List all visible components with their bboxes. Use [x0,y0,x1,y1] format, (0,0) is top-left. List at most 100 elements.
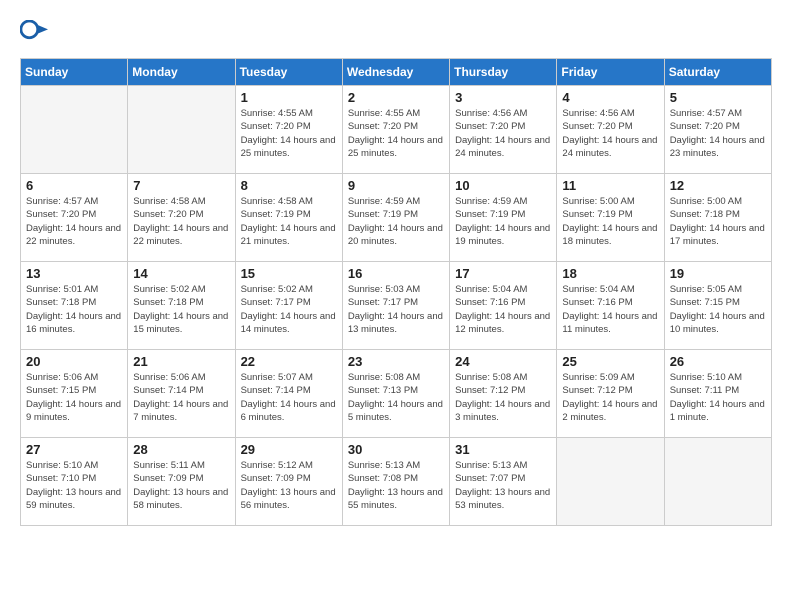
day-info: Sunrise: 5:06 AM Sunset: 7:15 PM Dayligh… [26,371,122,424]
calendar-week-4: 20 Sunrise: 5:06 AM Sunset: 7:15 PM Dayli… [21,350,772,438]
day-info: Sunrise: 5:01 AM Sunset: 7:18 PM Dayligh… [26,283,122,336]
calendar-cell: 10 Sunrise: 4:59 AM Sunset: 7:19 PM Dayli… [450,174,557,262]
day-info: Sunrise: 5:04 AM Sunset: 7:16 PM Dayligh… [562,283,658,336]
day-number: 4 [562,90,658,105]
day-info: Sunrise: 5:13 AM Sunset: 7:08 PM Dayligh… [348,459,444,512]
calendar-cell: 19 Sunrise: 5:05 AM Sunset: 7:15 PM Dayli… [664,262,771,350]
day-number: 18 [562,266,658,281]
calendar-cell: 13 Sunrise: 5:01 AM Sunset: 7:18 PM Dayli… [21,262,128,350]
day-header-tuesday: Tuesday [235,59,342,86]
calendar-cell: 28 Sunrise: 5:11 AM Sunset: 7:09 PM Dayli… [128,438,235,526]
day-info: Sunrise: 5:03 AM Sunset: 7:17 PM Dayligh… [348,283,444,336]
calendar-cell: 2 Sunrise: 4:55 AM Sunset: 7:20 PM Daylig… [342,86,449,174]
day-info: Sunrise: 5:00 AM Sunset: 7:18 PM Dayligh… [670,195,766,248]
calendar-cell: 6 Sunrise: 4:57 AM Sunset: 7:20 PM Daylig… [21,174,128,262]
logo-icon [20,20,48,48]
day-number: 7 [133,178,229,193]
calendar-cell: 7 Sunrise: 4:58 AM Sunset: 7:20 PM Daylig… [128,174,235,262]
day-header-saturday: Saturday [664,59,771,86]
day-number: 19 [670,266,766,281]
page-header [20,20,772,48]
day-number: 30 [348,442,444,457]
calendar-cell: 27Sunrise: 5:10 AM Sunset: 7:10 PM Dayli… [21,438,128,526]
day-info: Sunrise: 5:09 AM Sunset: 7:12 PM Dayligh… [562,371,658,424]
day-number: 14 [133,266,229,281]
calendar-cell: 26 Sunrise: 5:10 AM Sunset: 7:11 PM Dayli… [664,350,771,438]
day-info: Sunrise: 4:57 AM Sunset: 7:20 PM Dayligh… [26,195,122,248]
day-number: 9 [348,178,444,193]
day-info: Sunrise: 5:06 AM Sunset: 7:14 PM Dayligh… [133,371,229,424]
day-info: Sunrise: 4:57 AM Sunset: 7:20 PM Dayligh… [670,107,766,160]
day-info: Sunrise: 5:11 AM Sunset: 7:09 PM Dayligh… [133,459,229,512]
calendar-cell: 30 Sunrise: 5:13 AM Sunset: 7:08 PM Dayli… [342,438,449,526]
calendar-cell [664,438,771,526]
day-info: Sunrise: 5:04 AM Sunset: 7:16 PM Dayligh… [455,283,551,336]
calendar-cell: 17 Sunrise: 5:04 AM Sunset: 7:16 PM Dayli… [450,262,557,350]
calendar-week-5: 27Sunrise: 5:10 AM Sunset: 7:10 PM Dayli… [21,438,772,526]
day-number: 8 [241,178,337,193]
day-info: Sunrise: 5:10 AM Sunset: 7:11 PM Dayligh… [670,371,766,424]
day-number: 16 [348,266,444,281]
day-number: 29 [241,442,337,457]
calendar-week-2: 6 Sunrise: 4:57 AM Sunset: 7:20 PM Daylig… [21,174,772,262]
calendar-week-1: 1 Sunrise: 4:55 AM Sunset: 7:20 PM Daylig… [21,86,772,174]
calendar-cell: 5Sunrise: 4:57 AM Sunset: 7:20 PM Daylig… [664,86,771,174]
calendar-cell: 29 Sunrise: 5:12 AM Sunset: 7:09 PM Dayli… [235,438,342,526]
calendar-cell [557,438,664,526]
day-info: Sunrise: 5:07 AM Sunset: 7:14 PM Dayligh… [241,371,337,424]
day-info: Sunrise: 5:08 AM Sunset: 7:13 PM Dayligh… [348,371,444,424]
day-number: 27 [26,442,122,457]
day-info: Sunrise: 5:02 AM Sunset: 7:18 PM Dayligh… [133,283,229,336]
day-header-thursday: Thursday [450,59,557,86]
day-number: 12 [670,178,766,193]
calendar-cell [21,86,128,174]
day-info: Sunrise: 4:56 AM Sunset: 7:20 PM Dayligh… [455,107,551,160]
day-header-sunday: Sunday [21,59,128,86]
day-number: 28 [133,442,229,457]
calendar-cell: 16 Sunrise: 5:03 AM Sunset: 7:17 PM Dayli… [342,262,449,350]
calendar-body: 1 Sunrise: 4:55 AM Sunset: 7:20 PM Daylig… [21,86,772,526]
day-number: 26 [670,354,766,369]
calendar-cell: 22Sunrise: 5:07 AM Sunset: 7:14 PM Dayli… [235,350,342,438]
calendar-cell: 24Sunrise: 5:08 AM Sunset: 7:12 PM Dayli… [450,350,557,438]
calendar-cell: 11 Sunrise: 5:00 AM Sunset: 7:19 PM Dayli… [557,174,664,262]
day-info: Sunrise: 5:13 AM Sunset: 7:07 PM Dayligh… [455,459,551,512]
day-header-wednesday: Wednesday [342,59,449,86]
calendar-cell: 31 Sunrise: 5:13 AM Sunset: 7:07 PM Dayli… [450,438,557,526]
day-number: 10 [455,178,551,193]
day-number: 21 [133,354,229,369]
calendar-cell: 8Sunrise: 4:58 AM Sunset: 7:19 PM Daylig… [235,174,342,262]
calendar-table: SundayMondayTuesdayWednesdayThursdayFrid… [20,58,772,526]
day-info: Sunrise: 4:59 AM Sunset: 7:19 PM Dayligh… [455,195,551,248]
day-info: Sunrise: 5:12 AM Sunset: 7:09 PM Dayligh… [241,459,337,512]
calendar-cell: 3 Sunrise: 4:56 AM Sunset: 7:20 PM Daylig… [450,86,557,174]
day-info: Sunrise: 4:55 AM Sunset: 7:20 PM Dayligh… [348,107,444,160]
calendar-cell: 9Sunrise: 4:59 AM Sunset: 7:19 PM Daylig… [342,174,449,262]
day-number: 24 [455,354,551,369]
calendar-cell: 18 Sunrise: 5:04 AM Sunset: 7:16 PM Dayli… [557,262,664,350]
day-number: 25 [562,354,658,369]
day-number: 6 [26,178,122,193]
day-info: Sunrise: 5:00 AM Sunset: 7:19 PM Dayligh… [562,195,658,248]
calendar-cell [128,86,235,174]
day-number: 31 [455,442,551,457]
day-info: Sunrise: 5:05 AM Sunset: 7:15 PM Dayligh… [670,283,766,336]
day-number: 17 [455,266,551,281]
day-number: 11 [562,178,658,193]
calendar-cell: 20 Sunrise: 5:06 AM Sunset: 7:15 PM Dayli… [21,350,128,438]
day-number: 20 [26,354,122,369]
calendar-cell: 15Sunrise: 5:02 AM Sunset: 7:17 PM Dayli… [235,262,342,350]
day-info: Sunrise: 4:58 AM Sunset: 7:20 PM Dayligh… [133,195,229,248]
calendar-cell: 14 Sunrise: 5:02 AM Sunset: 7:18 PM Dayli… [128,262,235,350]
day-number: 2 [348,90,444,105]
calendar-cell: 25 Sunrise: 5:09 AM Sunset: 7:12 PM Dayli… [557,350,664,438]
day-number: 1 [241,90,337,105]
calendar-cell: 12 Sunrise: 5:00 AM Sunset: 7:18 PM Dayli… [664,174,771,262]
day-number: 15 [241,266,337,281]
day-info: Sunrise: 4:55 AM Sunset: 7:20 PM Dayligh… [241,107,337,160]
calendar-week-3: 13 Sunrise: 5:01 AM Sunset: 7:18 PM Dayli… [21,262,772,350]
day-header-friday: Friday [557,59,664,86]
day-number: 13 [26,266,122,281]
day-number: 3 [455,90,551,105]
day-header-monday: Monday [128,59,235,86]
